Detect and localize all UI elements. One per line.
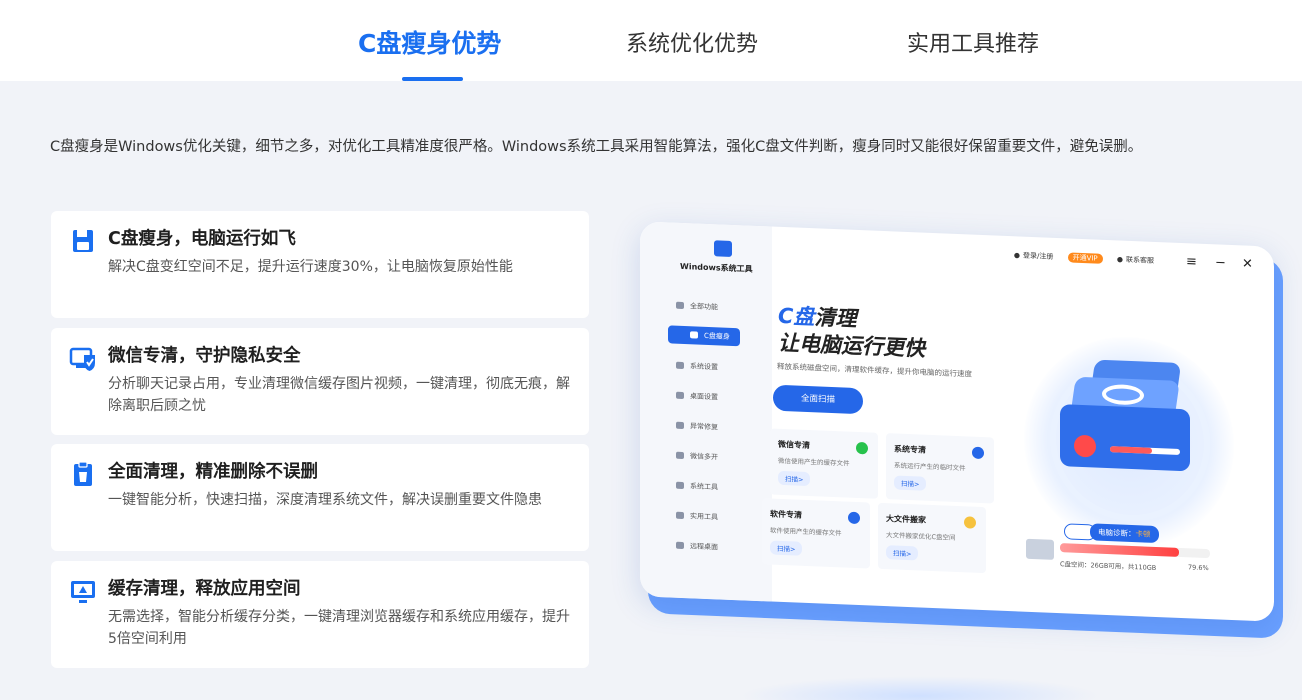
- mockup-sidebar-item: 系统设置: [676, 361, 718, 373]
- mockup-sidebar-item: 全部功能: [676, 301, 718, 313]
- wechat-icon: [856, 441, 868, 455]
- menu-icon: ≡: [1186, 254, 1197, 270]
- mockup-headline: C盘清理 让电脑运行更快: [778, 303, 925, 361]
- decorative-glow: [740, 676, 1100, 700]
- feature-desc: 分析聊天记录占用，专业清理微信缓存图片视频，一键清理，彻底无痕，解除离职后顾之忧: [108, 376, 570, 414]
- repair-icon: [676, 421, 684, 430]
- feature-desc: 解决C盘变红空间不足，提升运行速度30%，让电脑恢复原始性能: [108, 259, 513, 275]
- mockup-sidebar-item: 系统工具: [676, 481, 718, 493]
- feature-title: 微信专清，守护隐私安全: [108, 346, 301, 366]
- toolbox-icon: [676, 511, 684, 520]
- minimize-icon: −: [1215, 255, 1226, 271]
- mockup-sidebar-item: 远程桌面: [676, 541, 718, 553]
- active-tab-indicator: [402, 77, 463, 81]
- folder-icon: [964, 516, 976, 529]
- mockup-sidebar-item: 实用工具: [676, 511, 718, 523]
- feature-card: 微信专清，守护隐私安全 分析聊天记录占用，专业清理微信缓存图片视频，一键清理，彻…: [51, 328, 589, 435]
- clipboard-clean-icon: [74, 461, 92, 486]
- apps-icon: [848, 511, 860, 525]
- disk-icon: [690, 331, 698, 339]
- tab-tools[interactable]: 实用工具推荐: [907, 26, 1039, 58]
- mockup-sidebar-item-active: C盘瘦身: [668, 325, 740, 347]
- feature-card: 全面清理，精准删除不误删 一键智能分析，快速扫描，深度清理系统文件，解决误删重要…: [51, 444, 589, 551]
- feature-desc: 一键智能分析，快速扫描，深度清理系统文件，解决误删重要文件隐患: [108, 492, 542, 508]
- app-mockup-window: Windows系统工具 全部功能 C盘瘦身 系统设置 桌面设置 异常修复 微信多…: [640, 221, 1274, 622]
- full-scan-button: 全面扫描: [773, 384, 863, 415]
- ssd-icon: [1026, 538, 1054, 560]
- settings-icon: [676, 361, 684, 370]
- feature-card: C盘瘦身，电脑运行如飞 解决C盘变红空间不足，提升运行速度30%，让电脑恢复原始…: [51, 211, 589, 318]
- vip-badge: 开通VIP: [1067, 252, 1103, 264]
- mockup-slogan: 释放系统磁盘空间，清理软件缓存，提升你电脑的运行速度: [777, 361, 972, 379]
- intro-text: C盘瘦身是Windows优化关键，细节之多，对优化工具精准度很严格。Window…: [50, 139, 1143, 155]
- monitor-cache-icon: [71, 581, 95, 603]
- mockup-sidebar-item: 异常修复: [676, 421, 718, 433]
- grid-icon: [676, 301, 684, 310]
- feature-title: C盘瘦身，电脑运行如飞: [108, 229, 296, 249]
- service-icon: ●: [1116, 255, 1123, 264]
- tab-c-drive-slim[interactable]: C盘瘦身优势: [358, 24, 501, 60]
- mockup-card: 大文件搬家 大文件搬家优化C盘空间 扫描>: [878, 502, 986, 574]
- c-drive-usage-text: C盘空间：26GB可用，共110GB: [1060, 560, 1157, 573]
- feature-title: 缓存清理，释放应用空间: [108, 579, 301, 599]
- tool-icon: [676, 481, 684, 490]
- diagnosis-badge: 电脑诊断：卡顿: [1064, 522, 1159, 544]
- mockup-app-name: Windows系统工具: [680, 261, 753, 274]
- c-drive-usage-bar: [1060, 543, 1210, 559]
- remote-icon: [676, 541, 684, 550]
- mockup-sidebar: Windows系统工具 全部功能 C盘瘦身 系统设置 桌面设置 异常修复 微信多…: [640, 221, 772, 602]
- wechat-icon: [676, 451, 684, 460]
- desktop-icon: [676, 391, 684, 400]
- feature-card: 缓存清理，释放应用空间 无需选择，智能分析缓存分类，一键清理浏览器缓存和系统应用…: [51, 561, 589, 668]
- wechat-shield-icon: [69, 347, 95, 371]
- mockup-card: 软件专清 软件使用产生的缓存文件 扫描>: [762, 498, 870, 569]
- mockup-card: 系统专清 系统运行产生的临时文件 扫描>: [886, 433, 994, 504]
- gear-icon: [972, 446, 984, 460]
- mockup-sidebar-item: 桌面设置: [676, 391, 718, 403]
- mockup-card: 微信专清 微信使用产生的缓存文件 扫描>: [770, 428, 878, 499]
- user-icon: ●: [1013, 251, 1020, 260]
- top-tab-bar: C盘瘦身优势 系统优化优势 实用工具推荐: [0, 0, 1302, 81]
- c-drive-usage-percent: 79.6%: [1188, 563, 1209, 573]
- app-logo-icon: [714, 240, 732, 257]
- mockup-sidebar-item: 微信多开: [676, 451, 718, 463]
- mockup-top-links: ● 登录/注册 开通VIP ● 联系客服: [1013, 251, 1154, 265]
- feature-desc: 无需选择，智能分析缓存分类，一键清理浏览器缓存和系统应用缓存，提升5倍空间利用: [108, 609, 570, 647]
- warning-icon: [1074, 434, 1096, 458]
- feature-title: 全面清理，精准删除不误删: [108, 462, 318, 482]
- close-icon: ✕: [1242, 256, 1253, 272]
- save-disk-icon: [73, 230, 93, 252]
- tab-system-optimize[interactable]: 系统优化优势: [626, 26, 758, 58]
